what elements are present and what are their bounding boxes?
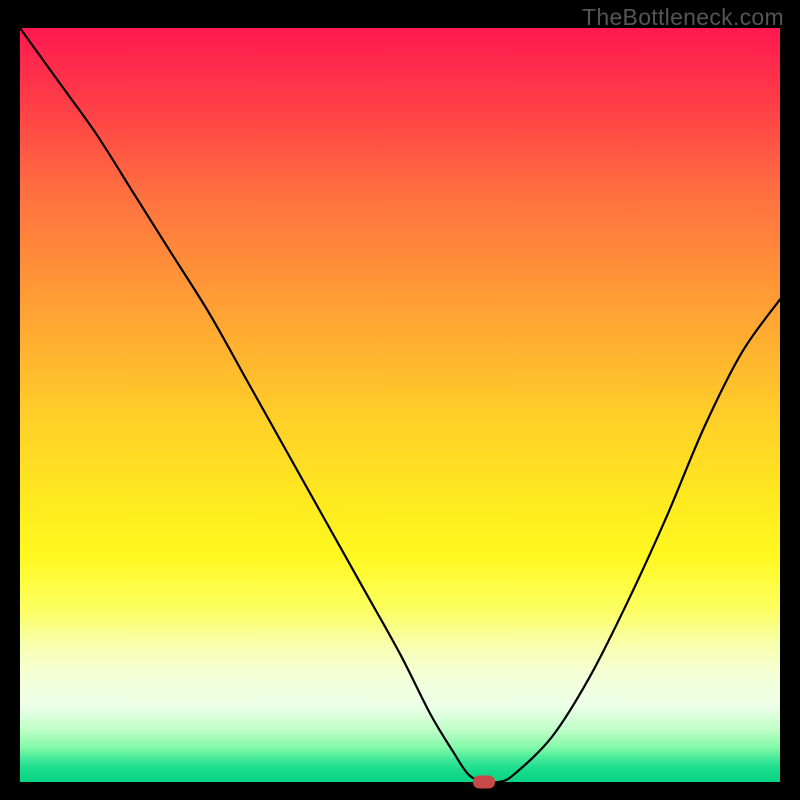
bottleneck-curve <box>20 28 780 782</box>
watermark-text: TheBottleneck.com <box>582 4 784 31</box>
chart-plot-area <box>20 28 780 782</box>
optimal-point-marker <box>473 776 495 789</box>
